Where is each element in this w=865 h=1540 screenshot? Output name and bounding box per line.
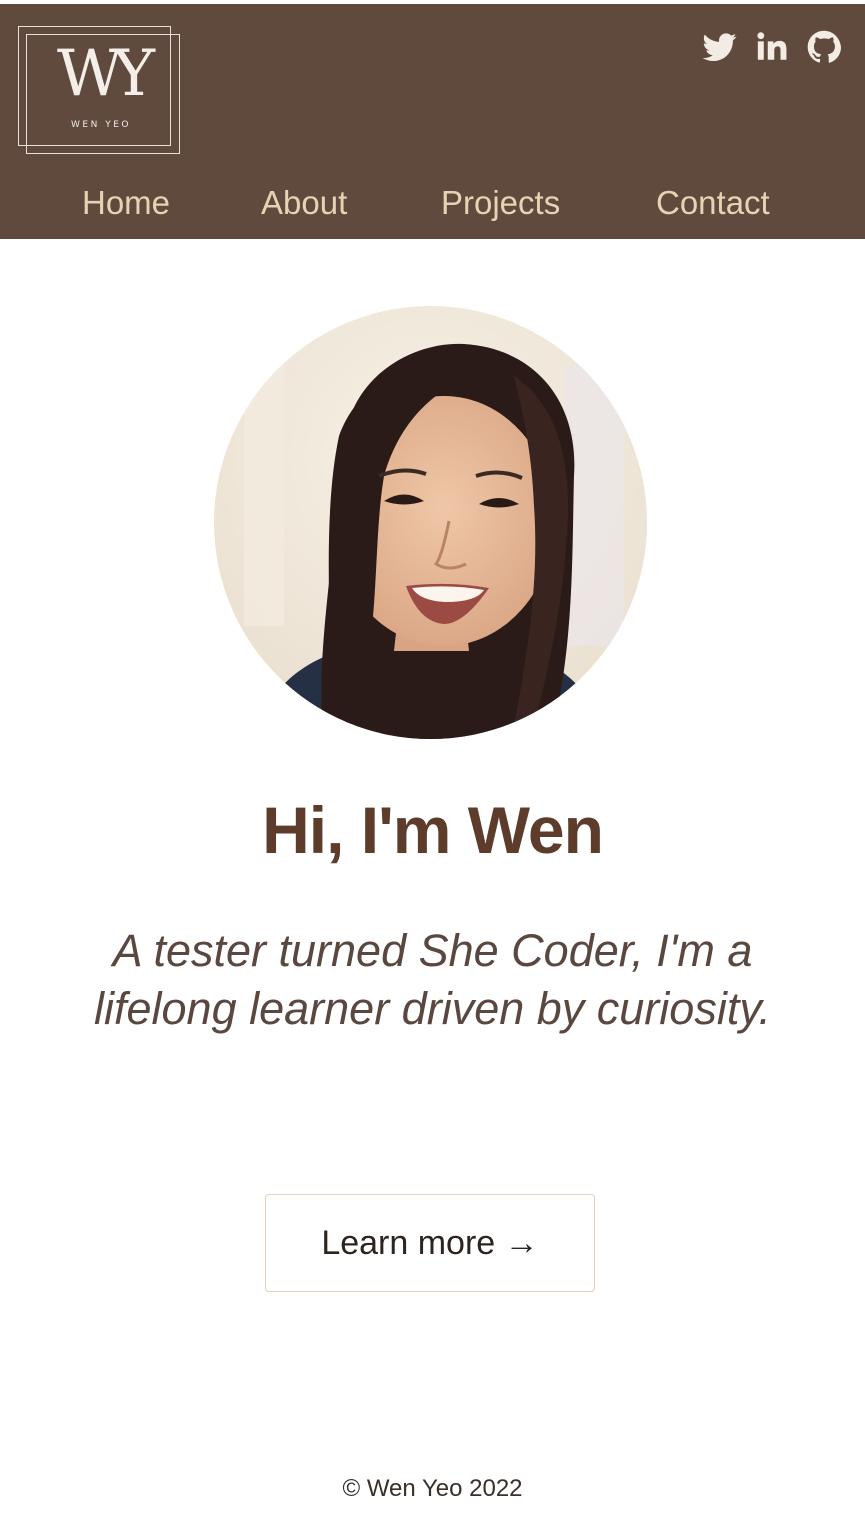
hero-tagline: A tester turned She Coder, I'm a lifelon…	[94, 925, 771, 1034]
hero-title: Hi, I'm Wen	[262, 793, 604, 867]
profile-photo	[214, 306, 647, 739]
twitter-icon	[703, 33, 737, 62]
linkedin-link[interactable]	[755, 30, 789, 64]
nav-projects[interactable]: Projects	[441, 180, 560, 226]
logo-name: WEN YEO	[71, 120, 131, 130]
linkedin-icon	[757, 32, 787, 60]
nav-about[interactable]: About	[261, 180, 347, 226]
social-links	[703, 30, 841, 64]
logo-monogram: WY	[56, 37, 155, 111]
footer-copyright: © Wen Yeo 2022	[342, 1475, 523, 1502]
site-header: WY WEN YEO Home About Projects Contact	[0, 4, 865, 239]
nav-contact[interactable]: Contact	[656, 180, 770, 226]
learn-more-button[interactable]: Learn more →	[265, 1194, 595, 1292]
twitter-link[interactable]	[703, 30, 737, 64]
github-icon	[807, 30, 841, 63]
profile-photo-illustration	[214, 306, 647, 739]
github-link[interactable]	[807, 30, 841, 64]
nav-home[interactable]: Home	[82, 180, 170, 226]
site-logo[interactable]: WY WEN YEO	[18, 26, 182, 154]
main-nav: Home About Projects Contact	[0, 180, 865, 226]
